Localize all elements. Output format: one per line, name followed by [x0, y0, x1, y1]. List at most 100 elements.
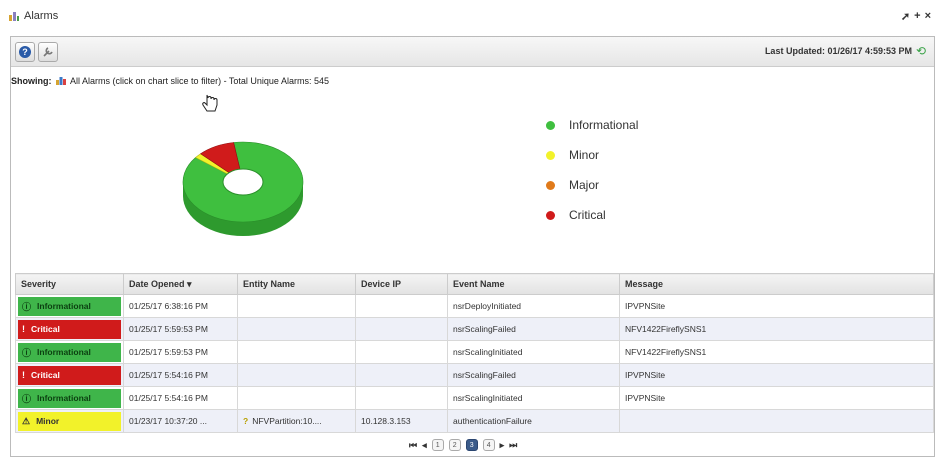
help-button[interactable]: ? [15, 41, 35, 62]
toolbar: ? Last Updated: 01/26/17 4:59:53 PM ⟲ [11, 37, 934, 67]
severity-badge: ! Critical [18, 365, 121, 385]
column-header-date-opened-label: Date Opened [129, 278, 185, 289]
table-row[interactable]: ! Critical 01/25/17 5:59:53 PM nsrScalingFa… [15, 317, 934, 341]
window-title: Alarms [24, 10, 59, 22]
severity-cell: ⓘ Informational [15, 340, 124, 364]
legend-item-informational[interactable]: Informational [546, 110, 638, 140]
severity-cell: ⓘ Informational [15, 386, 124, 410]
message-cell: IPVPNSite [619, 363, 934, 387]
column-header-message[interactable]: Message [619, 273, 934, 295]
table-row[interactable]: ⓘ Informational 01/25/17 5:54:16 PM nsrScal… [15, 386, 934, 410]
pin-icon[interactable]: ➚ [901, 10, 910, 23]
sort-desc-icon: ▾ [187, 278, 192, 289]
column-header-event-name[interactable]: Event Name [447, 273, 620, 295]
entity-name-cell: ? NFVPartition:10.... [237, 409, 356, 433]
severity-icon: ⓘ [22, 347, 32, 358]
event-name-cell: nsrScalingInitiated [447, 386, 620, 410]
entity-name-cell [237, 317, 356, 341]
legend-item-major[interactable]: Major [546, 170, 638, 200]
event-name-cell: authenticationFailure [447, 409, 620, 433]
severity-badge: ⓘ Informational [18, 342, 121, 362]
page-1-button[interactable]: 1 [431, 439, 444, 451]
showing-text: All Alarms (click on chart slice to filt… [70, 76, 329, 86]
entity-name-cell [237, 340, 356, 364]
legend-label: Minor [569, 148, 600, 162]
event-name-cell: nsrScalingFailed [447, 363, 620, 387]
device-ip-cell [355, 340, 448, 364]
table-row[interactable]: ⓘ Informational 01/25/17 6:38:16 PM nsrDepl… [15, 294, 934, 318]
legend-swatch [546, 210, 555, 220]
severity-icon: ! [22, 324, 25, 334]
hand-cursor-icon [202, 94, 218, 112]
severity-icon: ⚠ [22, 415, 31, 426]
device-ip-cell [355, 363, 448, 387]
column-header-entity-name[interactable]: Entity Name [237, 273, 356, 295]
entity-name: NFVPartition:10.... [252, 416, 322, 426]
next-page-icon[interactable]: ▸ [500, 440, 505, 451]
page-3-button[interactable]: 3 [465, 439, 478, 451]
device-ip-cell [355, 386, 448, 410]
page-2-button[interactable]: 2 [448, 439, 461, 451]
device-ip-cell: 10.128.3.153 [355, 409, 448, 433]
close-icon[interactable]: × [925, 10, 931, 23]
table-header-row: Severity Date Opened ▾ Entity Name Devic… [15, 273, 934, 295]
severity-icon: ⓘ [22, 301, 32, 312]
severity-label: Minor [36, 416, 60, 426]
date-opened-cell: 01/23/17 10:37:20 ... [123, 409, 238, 433]
settings-button[interactable] [38, 41, 58, 62]
date-opened-cell: 01/25/17 5:59:53 PM [123, 340, 238, 364]
column-header-date-opened[interactable]: Date Opened ▾ [123, 273, 238, 295]
wrench-icon [43, 46, 53, 57]
severity-cell: ! Critical [15, 317, 124, 341]
date-opened-cell: 01/25/17 6:38:16 PM [123, 294, 238, 318]
window-titlebar: Alarms ➚ + × [0, 0, 935, 32]
severity-label: Informational [37, 301, 91, 311]
legend-swatch [546, 180, 555, 190]
severity-cell: ⚠ Minor [15, 409, 124, 433]
chart-legend: Informational Minor Major Critical [546, 110, 638, 230]
legend-swatch [546, 120, 555, 130]
date-opened-cell: 01/25/17 5:54:16 PM [123, 386, 238, 410]
event-name-cell: nsrScalingInitiated [447, 340, 620, 364]
column-header-severity[interactable]: Severity [15, 273, 124, 295]
showing-label: Showing: [11, 76, 52, 86]
table-row[interactable]: ! Critical 01/25/17 5:54:16 PM nsrScalingFa… [15, 363, 934, 387]
last-page-icon[interactable]: ⏭ [509, 440, 517, 451]
entity-name-cell [237, 363, 356, 387]
alarm-severity-pie-chart[interactable] [181, 132, 311, 242]
severity-cell: ! Critical [15, 363, 124, 387]
showing-line: Showing: All Alarms (click on chart slic… [11, 76, 329, 86]
severity-label: Informational [37, 393, 91, 403]
alarms-table: Severity Date Opened ▾ Entity Name Devic… [15, 273, 934, 433]
device-ip-cell [355, 294, 448, 318]
column-header-device-ip[interactable]: Device IP [355, 273, 448, 295]
entity-name-cell [237, 386, 356, 410]
message-cell: IPVPNSite [619, 386, 934, 410]
table-row[interactable]: ⚠ Minor 01/23/17 10:37:20 ...? NFVPartition… [15, 409, 934, 433]
alarms-panel: ? Last Updated: 01/26/17 4:59:53 PM ⟲ Sh… [10, 36, 935, 457]
refresh-icon[interactable]: ⟲ [916, 45, 928, 57]
pager: ⏮ ◂ 1 2 3 4 ▸ ⏭ [409, 439, 517, 451]
severity-cell: ⓘ Informational [15, 294, 124, 318]
page-4-button[interactable]: 4 [482, 439, 495, 451]
bar-chart-icon [56, 77, 67, 85]
first-page-icon[interactable]: ⏮ [409, 440, 417, 451]
message-cell: NFV1422FireflySNS1 [619, 317, 934, 341]
device-ip-cell [355, 317, 448, 341]
table-row[interactable]: ⓘ Informational 01/25/17 5:59:53 PM nsrScal… [15, 340, 934, 364]
legend-label: Informational [569, 118, 639, 132]
last-updated: Last Updated: 01/26/17 4:59:53 PM [764, 46, 912, 56]
severity-label: Critical [31, 324, 60, 334]
severity-label: Critical [31, 370, 60, 380]
severity-badge: ⓘ Informational [18, 296, 121, 316]
add-icon[interactable]: + [914, 10, 920, 23]
severity-label: Informational [37, 347, 91, 357]
prev-page-icon[interactable]: ◂ [422, 440, 427, 451]
date-opened-cell: 01/25/17 5:54:16 PM [123, 363, 238, 387]
legend-item-minor[interactable]: Minor [546, 140, 638, 170]
entity-name-cell [237, 294, 356, 318]
legend-item-critical[interactable]: Critical [546, 200, 638, 230]
alarms-app-icon [9, 12, 19, 21]
event-name-cell: nsrScalingFailed [447, 317, 620, 341]
message-cell: IPVPNSite [619, 294, 934, 318]
